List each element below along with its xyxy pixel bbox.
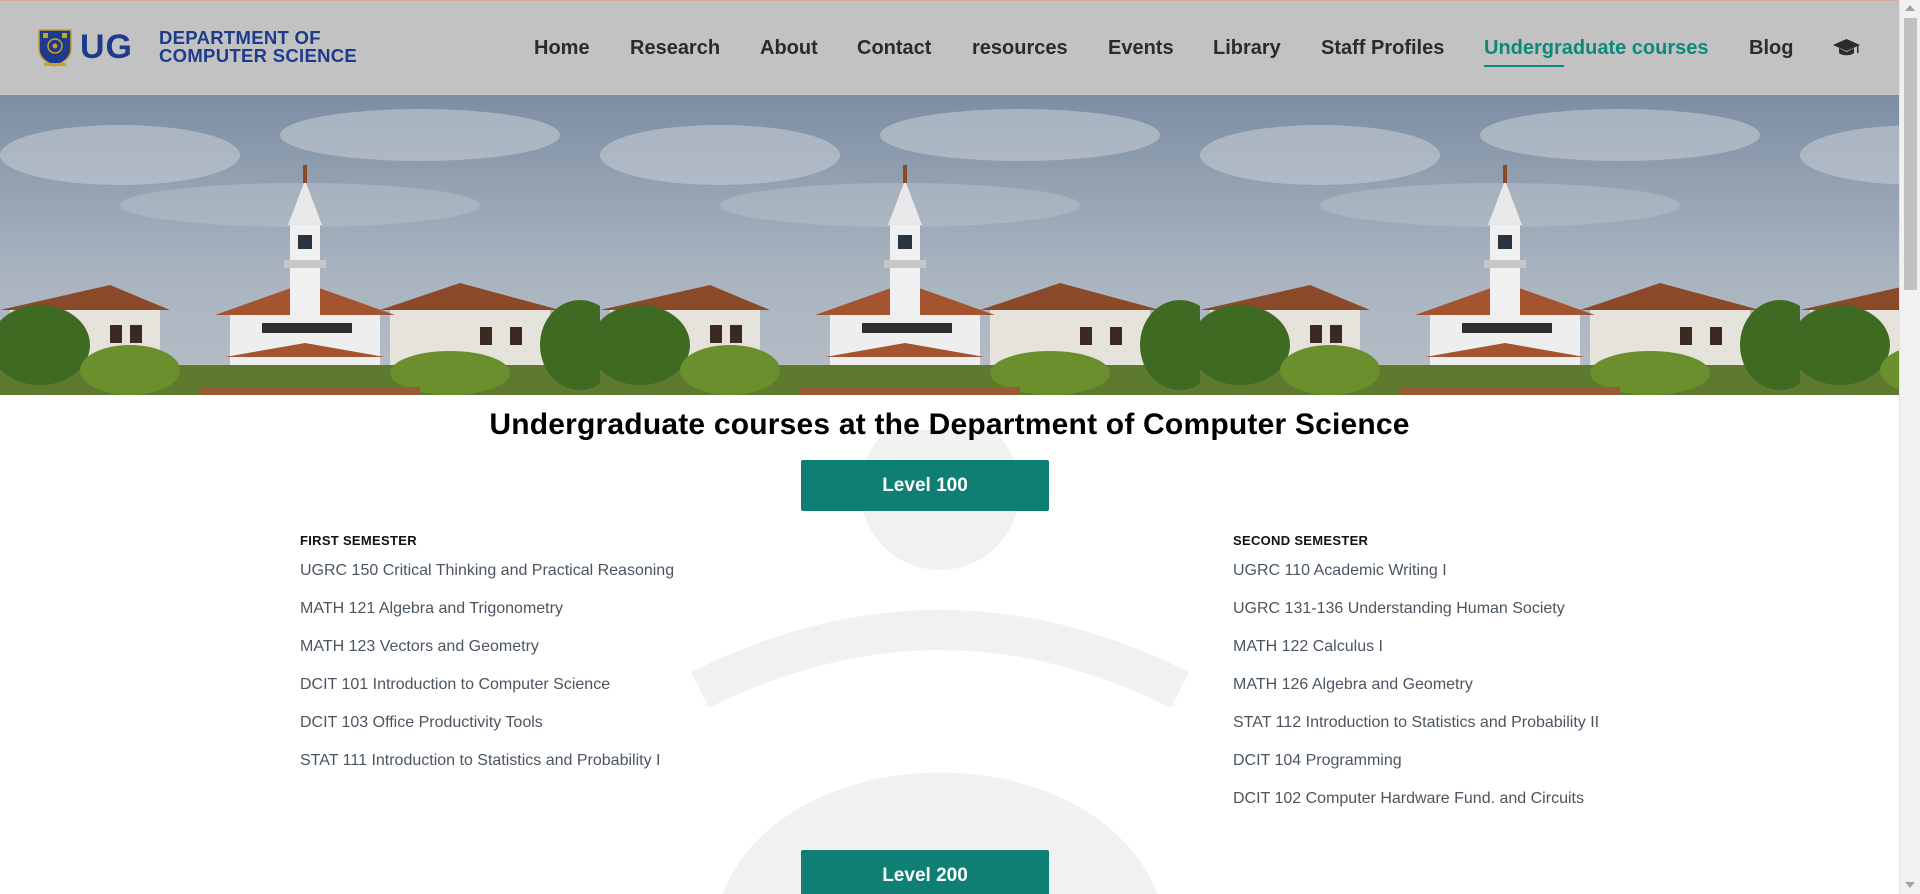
nav-resources[interactable]: resources — [972, 37, 1068, 60]
nav-library[interactable]: Library — [1213, 37, 1281, 60]
course-item[interactable]: UGRC 110 Academic Writing I — [1233, 562, 1599, 600]
course-item[interactable]: DCIT 101 Introduction to Computer Scienc… — [300, 676, 674, 714]
logo-dept-line-2: COMPUTER SCIENCE — [159, 45, 358, 66]
course-item[interactable]: STAT 112 Introduction to Statistics and … — [1233, 714, 1599, 752]
nav-home[interactable]: Home — [534, 37, 590, 60]
course-item[interactable]: STAT 111 Introduction to Statistics and … — [300, 752, 674, 790]
page: UG DEPARTMENT OF COMPUTER SCIENCE Home R… — [0, 0, 1899, 894]
course-item[interactable]: MATH 122 Calculus I — [1233, 638, 1599, 676]
nav-blog[interactable]: Blog — [1749, 37, 1793, 60]
course-item[interactable]: DCIT 104 Programming — [1233, 752, 1599, 790]
course-item[interactable]: MATH 123 Vectors and Geometry — [300, 638, 674, 676]
scroll-up-arrow-icon[interactable] — [1905, 5, 1915, 11]
vertical-scrollbar[interactable] — [1899, 0, 1920, 894]
course-item[interactable]: DCIT 102 Computer Hardware Fund. and Cir… — [1233, 790, 1599, 828]
nav-contact[interactable]: Contact — [857, 37, 931, 60]
university-crest-icon — [38, 29, 72, 67]
course-item[interactable]: UGRC 131-136 Understanding Human Society — [1233, 600, 1599, 638]
site-logo[interactable]: UG DEPARTMENT OF COMPUTER SCIENCE — [36, 27, 357, 67]
hero-banner — [0, 95, 1899, 395]
scrollbar-thumb[interactable] — [1904, 18, 1917, 290]
level-200-button[interactable]: Level 200 — [801, 850, 1049, 894]
graduation-cap-icon[interactable] — [1833, 38, 1860, 58]
hero-campus-image — [0, 95, 1899, 395]
active-nav-underline — [1484, 65, 1564, 67]
logo-abbreviation: UG — [80, 28, 133, 66]
first-semester-course-list: UGRC 150 Critical Thinking and Practical… — [300, 562, 674, 790]
course-item[interactable]: UGRC 150 Critical Thinking and Practical… — [300, 562, 674, 600]
course-item[interactable]: MATH 121 Algebra and Trigonometry — [300, 600, 674, 638]
nav-research[interactable]: Research — [630, 37, 720, 60]
first-semester-heading: FIRST SEMESTER — [300, 533, 417, 548]
second-semester-heading: SECOND SEMESTER — [1233, 533, 1369, 548]
second-semester-course-list: UGRC 110 Academic Writing I UGRC 131-136… — [1233, 562, 1599, 828]
course-item[interactable]: DCIT 103 Office Productivity Tools — [300, 714, 674, 752]
nav-events[interactable]: Events — [1108, 37, 1174, 60]
page-title: Undergraduate courses at the Department … — [489, 408, 1410, 441]
nav-staff-profiles[interactable]: Staff Profiles — [1321, 37, 1444, 60]
nav-undergraduate-courses[interactable]: Undergraduate courses — [1484, 37, 1709, 60]
scroll-down-arrow-icon[interactable] — [1905, 882, 1915, 888]
nav-about[interactable]: About — [760, 37, 818, 60]
site-header: UG DEPARTMENT OF COMPUTER SCIENCE Home R… — [0, 0, 1899, 95]
logo-department-name: DEPARTMENT OF COMPUTER SCIENCE — [159, 28, 358, 66]
level-100-button[interactable]: Level 100 — [801, 460, 1049, 511]
course-item[interactable]: MATH 126 Algebra and Geometry — [1233, 676, 1599, 714]
